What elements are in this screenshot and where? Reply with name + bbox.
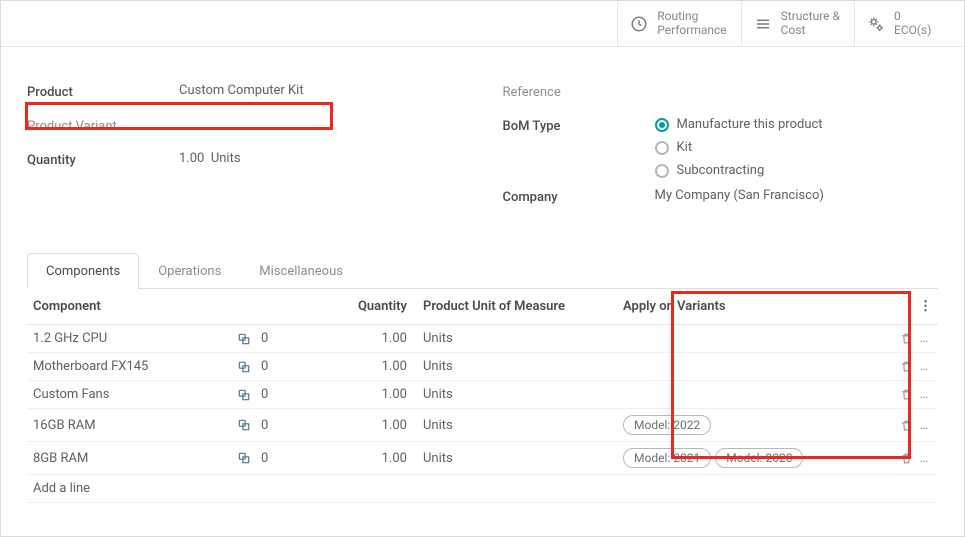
col-component: Component <box>27 289 287 325</box>
component-name: 8GB RAM <box>33 451 227 466</box>
tab-bar: Components Operations Miscellaneous <box>27 253 938 289</box>
row-more-icon[interactable]: … <box>916 387 932 402</box>
quantity-cell[interactable]: 1.00 <box>287 325 417 353</box>
quantity-label: Quantity <box>27 151 179 168</box>
uom-cell[interactable]: Units <box>417 353 617 381</box>
apply-on-variants-cell[interactable]: Model: 2021Model: 2020 <box>617 442 892 475</box>
uom-cell[interactable]: Units <box>417 381 617 409</box>
table-row[interactable]: 8GB RAM01.00UnitsModel: 2021Model: 2020… <box>27 442 938 475</box>
product-label: Product <box>27 83 179 100</box>
table-row[interactable]: 16GB RAM 0 1.00Units Model: 2022 … <box>27 409 938 442</box>
component-zero: 0 <box>261 418 281 433</box>
clock-icon <box>630 15 648 33</box>
tab-components[interactable]: Components <box>27 253 139 289</box>
stat-eco-top: 0 <box>894 10 931 24</box>
external-link-icon[interactable] <box>237 388 251 402</box>
quantity-cell[interactable]: 1.00 <box>287 381 417 409</box>
uom-cell[interactable]: Units <box>417 409 617 442</box>
radio-icon <box>655 118 669 132</box>
bom-type-radio-group: Manufacture this product Kit Subcontract… <box>655 117 939 178</box>
row-more-icon[interactable]: … <box>916 331 932 346</box>
delete-icon[interactable] <box>898 332 914 345</box>
stat-routing-bot: Performance <box>657 24 726 38</box>
stat-structure-top: Structure & <box>781 10 840 24</box>
product-value[interactable]: Custom Computer Kit <box>179 83 463 98</box>
stat-structure-bot: Cost <box>781 24 840 38</box>
apply-on-variants-cell[interactable]: Model: 2022 <box>617 409 892 442</box>
bom-type-kit-label: Kit <box>677 140 693 155</box>
apply-on-variants-cell[interactable] <box>617 381 892 409</box>
delete-icon[interactable] <box>898 419 914 432</box>
component-zero: 0 <box>261 387 281 402</box>
bom-type-subcontract[interactable]: Subcontracting <box>655 163 939 178</box>
components-tbody: 1.2 GHz CPU01.00Units…Motherboard FX1450… <box>27 325 938 475</box>
reference-label: Reference <box>503 83 655 100</box>
delete-icon[interactable] <box>898 452 914 465</box>
radio-icon <box>655 141 669 155</box>
quantity-unit: Units <box>211 151 241 166</box>
gears-icon <box>867 15 885 33</box>
col-quantity: Quantity <box>287 289 417 325</box>
external-link-icon[interactable] <box>237 451 251 465</box>
component-zero: 0 <box>261 451 281 466</box>
quantity-cell[interactable]: 1.00 <box>287 353 417 381</box>
apply-on-variants-cell[interactable] <box>617 325 892 353</box>
quantity-cell[interactable]: 1.00 <box>287 409 417 442</box>
delete-icon[interactable] <box>898 388 914 401</box>
variant-tag[interactable]: Model: 2021 <box>623 448 711 468</box>
external-link-icon[interactable] <box>237 332 251 346</box>
bom-type-label: BoM Type <box>503 117 655 134</box>
row-more-icon[interactable]: … <box>916 418 932 433</box>
col-uom: Product Unit of Measure <box>417 289 617 325</box>
company-value[interactable]: My Company (San Francisco) <box>655 188 939 203</box>
stat-bar: Routing Performance Structure & Cost 0 E… <box>1 1 964 47</box>
delete-icon[interactable] <box>898 360 914 373</box>
company-label: Company <box>503 188 655 205</box>
component-name: Custom Fans <box>33 387 227 402</box>
external-link-icon[interactable] <box>237 360 251 374</box>
variant-tag[interactable]: Model: 2022 <box>623 415 711 435</box>
stat-structure-cost[interactable]: Structure & Cost <box>741 1 854 47</box>
app-frame: Routing Performance Structure & Cost 0 E… <box>0 0 965 537</box>
table-row[interactable]: Custom Fans 0 1.00Units … <box>27 381 938 409</box>
component-name: Motherboard FX145 <box>33 359 227 374</box>
component-zero: 0 <box>261 359 281 374</box>
component-name: 1.2 GHz CPU <box>33 331 227 346</box>
quantity-number: 1.00 <box>179 151 204 166</box>
list-icon <box>754 15 772 33</box>
components-table: Component Quantity Product Unit of Measu… <box>27 289 938 503</box>
variant-tag[interactable]: Model: 2020 <box>715 448 803 468</box>
stat-eco-bot: ECO(s) <box>894 24 931 38</box>
table-row[interactable]: Motherboard FX145 0 1.00Units … <box>27 353 938 381</box>
component-name: 16GB RAM <box>33 418 227 433</box>
radio-icon <box>655 164 669 178</box>
form-right-column: Reference BoM Type Manufacture this prod… <box>503 83 939 222</box>
add-a-line[interactable]: Add a line <box>27 475 938 503</box>
product-variant-label: Product Variant <box>27 117 179 134</box>
tab-miscellaneous[interactable]: Miscellaneous <box>240 253 362 289</box>
quantity-cell[interactable]: 1.00 <box>287 442 417 475</box>
bom-type-manufacture-label: Manufacture this product <box>677 117 823 132</box>
stat-routing-performance[interactable]: Routing Performance <box>617 1 740 47</box>
bom-type-kit[interactable]: Kit <box>655 140 939 155</box>
table-row[interactable]: 1.2 GHz CPU 0 1.00Units … <box>27 325 938 353</box>
stat-routing-top: Routing <box>657 10 726 24</box>
uom-cell[interactable]: Units <box>417 442 617 475</box>
tabs-area: Components Operations Miscellaneous Comp… <box>27 253 938 503</box>
quantity-value[interactable]: 1.00 Units <box>179 151 463 166</box>
form-area: Product Custom Computer Kit Product Vari… <box>1 59 964 222</box>
bom-type-manufacture[interactable]: Manufacture this product <box>655 117 939 132</box>
external-link-icon[interactable] <box>237 418 251 432</box>
stat-ecos[interactable]: 0 ECO(s) <box>854 1 964 47</box>
row-more-icon[interactable]: … <box>916 451 932 466</box>
col-menu[interactable]: ⋮ <box>892 289 938 325</box>
tab-operations[interactable]: Operations <box>139 253 240 289</box>
col-apply-on-variants: Apply on Variants <box>617 289 892 325</box>
uom-cell[interactable]: Units <box>417 325 617 353</box>
row-more-icon[interactable]: … <box>916 359 932 374</box>
bom-type-subcontract-label: Subcontracting <box>677 163 765 178</box>
apply-on-variants-cell[interactable] <box>617 353 892 381</box>
component-zero: 0 <box>261 331 281 346</box>
form-left-column: Product Custom Computer Kit Product Vari… <box>27 83 463 222</box>
